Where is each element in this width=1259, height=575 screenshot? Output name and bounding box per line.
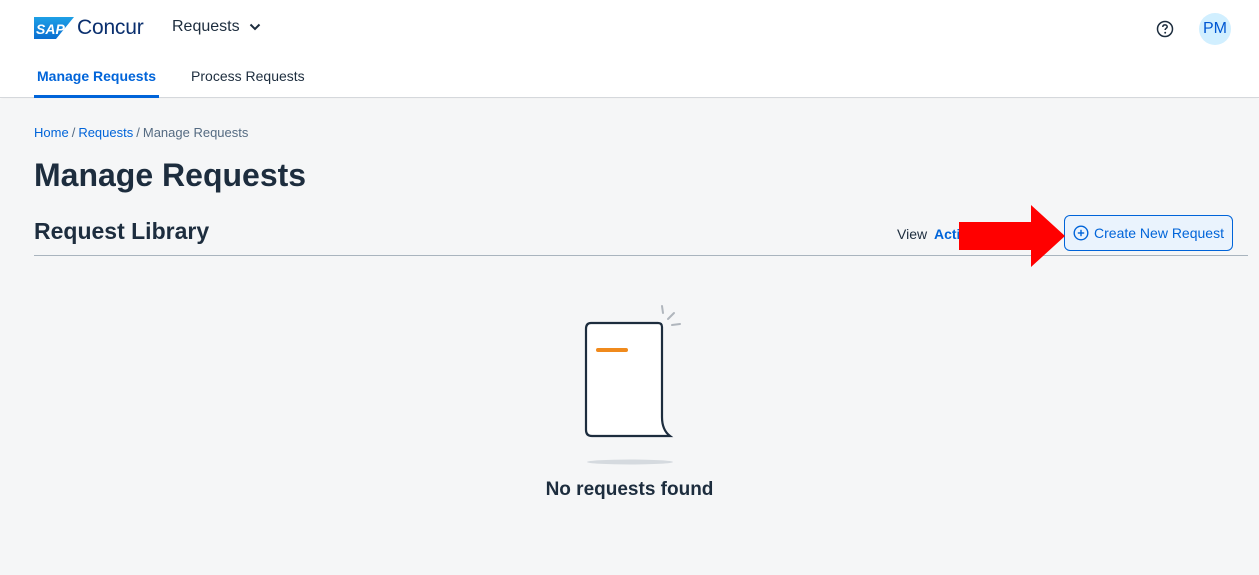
- sap-logo-badge: SAP: [34, 17, 74, 39]
- user-avatar[interactable]: PM: [1199, 13, 1231, 45]
- svg-text:SAP: SAP: [36, 21, 65, 37]
- section-title: Request Library: [34, 218, 210, 244]
- main-content: Home / Requests / Manage Requests Manage Req…: [0, 99, 1259, 575]
- red-arrow-annotation-icon: [959, 205, 1065, 267]
- page: SAP Concur Requests PM Manage Requests P…: [0, 0, 1259, 575]
- section-divider: [34, 255, 1248, 256]
- sap-concur-logo[interactable]: SAP Concur: [34, 16, 144, 40]
- empty-state-message: No requests found: [545, 479, 714, 500]
- module-switcher[interactable]: Requests: [172, 18, 261, 36]
- tab-process-requests[interactable]: Process Requests: [188, 58, 308, 98]
- sub-navigation: Manage Requests Process Requests: [34, 58, 337, 98]
- app-header: SAP Concur Requests PM Manage Requests P…: [0, 0, 1259, 98]
- breadcrumb: Home / Requests / Manage Requests: [34, 125, 248, 140]
- module-switcher-label: Requests: [172, 18, 240, 35]
- help-icon[interactable]: [1156, 20, 1174, 38]
- create-new-request-button[interactable]: Create New Request: [1064, 215, 1233, 251]
- breadcrumb-home-link[interactable]: Home: [34, 125, 69, 140]
- page-title: Manage Requests: [34, 157, 307, 193]
- add-circle-icon: [1073, 225, 1089, 241]
- breadcrumb-current: Manage Requests: [142, 125, 249, 140]
- breadcrumb-separator: /: [71, 125, 76, 140]
- concur-logo-text: Concur: [77, 16, 144, 39]
- view-label: View: [897, 226, 928, 242]
- chevron-down-icon: [249, 23, 260, 31]
- tab-manage-requests[interactable]: Manage Requests: [34, 58, 160, 98]
- empty-document-illustration-icon: [584, 305, 681, 465]
- breadcrumb-requests-link[interactable]: Requests: [78, 125, 133, 140]
- breadcrumb-separator: /: [136, 125, 140, 140]
- create-new-request-label: Create New Request: [1094, 225, 1224, 241]
